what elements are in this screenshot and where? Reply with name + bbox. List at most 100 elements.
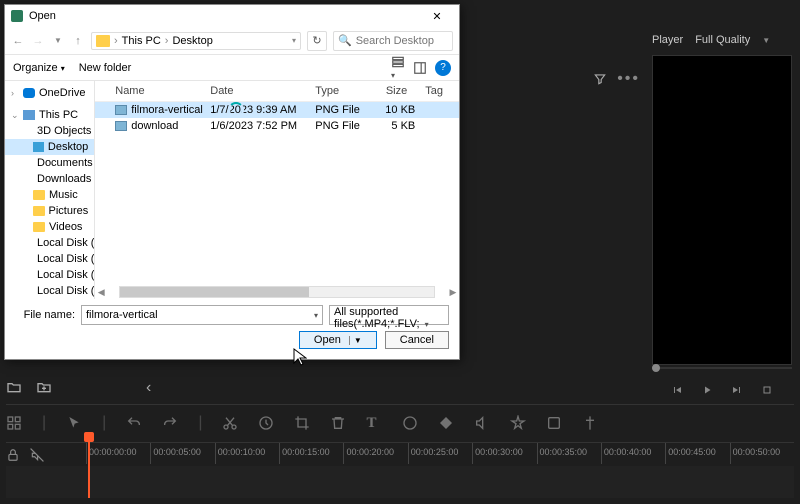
- grid-icon[interactable]: [6, 415, 22, 431]
- image-file-icon: [115, 105, 127, 115]
- close-button[interactable]: ✕: [421, 10, 453, 23]
- mute-track-icon[interactable]: [30, 448, 44, 462]
- tree-item-drive-e[interactable]: Local Disk (E:): [5, 267, 94, 283]
- file-date: 1/6/2023 7:52 PM: [210, 120, 315, 132]
- file-list-header[interactable]: Name Date Type Size Tag: [95, 81, 459, 102]
- quality-dropdown[interactable]: Full Quality: [695, 34, 750, 46]
- folder-tree[interactable]: ›OneDrive ⌄This PC 3D Objects Desktop Do…: [5, 81, 95, 299]
- refresh-button[interactable]: ↻: [307, 31, 327, 51]
- chevron-down-icon[interactable]: ▾: [292, 36, 296, 45]
- column-size[interactable]: Size: [375, 85, 415, 97]
- dialog-nav-bar: ← → ▼ ↑ › This PC › Desktop ▾ ↻ 🔍: [5, 27, 459, 55]
- player-panel-header: Player Full Quality ▼: [652, 30, 792, 50]
- keyframe-icon[interactable]: [438, 415, 454, 431]
- play-icon[interactable]: [701, 384, 713, 396]
- up-button[interactable]: ↑: [71, 35, 85, 47]
- speed-icon[interactable]: [258, 415, 274, 431]
- open-dropdown-icon[interactable]: ▼: [349, 336, 362, 345]
- scrollbar-thumb[interactable]: [120, 287, 308, 297]
- timeline-track[interactable]: [6, 466, 794, 498]
- organize-menu[interactable]: Organize ▾: [13, 62, 65, 74]
- dialog-footer: File name: filmora-vertical ▾ All suppor…: [5, 299, 459, 359]
- scroll-right-icon[interactable]: ▶: [447, 287, 459, 298]
- back-button[interactable]: ←: [11, 35, 25, 47]
- cancel-button[interactable]: Cancel: [385, 331, 449, 349]
- tree-item-drive-f[interactable]: Local Disk (F:): [5, 283, 94, 299]
- tree-item-documents[interactable]: Documents: [5, 155, 94, 171]
- horizontal-scrollbar[interactable]: ◀ ▶: [95, 285, 459, 299]
- chevron-down-icon: ▼: [762, 36, 770, 45]
- redo-icon[interactable]: [162, 415, 178, 431]
- timeline-ruler[interactable]: 00:00:00:00 00:00:05:00 00:00:10:00 00:0…: [6, 442, 794, 464]
- color-icon[interactable]: [402, 415, 418, 431]
- tree-item-drive-c[interactable]: Local Disk (C:): [5, 235, 94, 251]
- prev-frame-icon[interactable]: [671, 384, 683, 396]
- filename-combo[interactable]: filmora-vertical ▾: [81, 305, 323, 325]
- search-box[interactable]: 🔍: [333, 31, 453, 51]
- filetype-filter[interactable]: All supported files(*.MP4;*.FLV; ▾: [329, 305, 449, 325]
- chevron-right-icon: ›: [114, 35, 118, 47]
- chevron-down-icon[interactable]: ▾: [425, 320, 429, 329]
- filename-value: filmora-vertical: [86, 309, 314, 321]
- delete-icon[interactable]: [330, 415, 346, 431]
- playback-slider[interactable]: [652, 367, 792, 369]
- mask-icon[interactable]: [546, 415, 562, 431]
- tree-item-videos[interactable]: Videos: [5, 219, 94, 235]
- filter-icon[interactable]: [593, 72, 607, 86]
- add-media-icon[interactable]: [36, 379, 52, 395]
- forward-button[interactable]: →: [31, 35, 45, 47]
- player-label: Player: [652, 34, 683, 46]
- breadcrumb-root[interactable]: This PC: [122, 35, 161, 47]
- lock-track-icon[interactable]: [6, 448, 20, 462]
- column-tag[interactable]: Tag: [415, 85, 451, 97]
- chevron-down-icon[interactable]: ▾: [314, 311, 318, 320]
- add-folder-icon[interactable]: [6, 379, 22, 395]
- column-type[interactable]: Type: [315, 85, 375, 97]
- pointer-icon[interactable]: [66, 415, 82, 431]
- stop-icon[interactable]: [761, 384, 773, 396]
- file-list[interactable]: Name Date Type Size Tag filmora-vertical…: [95, 81, 459, 299]
- dialog-toolbar: Organize ▾ New folder ▾ ?: [5, 55, 459, 81]
- breadcrumb-bar[interactable]: › This PC › Desktop ▾: [91, 32, 301, 50]
- playhead[interactable]: [88, 438, 90, 498]
- column-date[interactable]: Date: [210, 85, 315, 97]
- tree-item-desktop[interactable]: Desktop: [5, 139, 94, 155]
- timeline-toolbar: | | | T: [6, 404, 794, 434]
- history-dropdown[interactable]: ▼: [51, 36, 65, 45]
- more-icon[interactable]: •••: [617, 70, 640, 88]
- column-name[interactable]: Name: [115, 85, 210, 97]
- app-icon: [11, 10, 23, 22]
- scroll-left-icon[interactable]: ◀: [95, 287, 107, 298]
- pc-icon: [23, 110, 35, 120]
- file-row[interactable]: filmora-vertical 1/7/2023 9:39 AM PNG Fi…: [95, 102, 459, 118]
- crop-icon[interactable]: [294, 415, 310, 431]
- cut-icon[interactable]: [222, 415, 238, 431]
- desktop-icon: [33, 142, 44, 152]
- tree-item-downloads[interactable]: Downloads: [5, 171, 94, 187]
- track-controls: [6, 448, 44, 462]
- tree-item-this-pc[interactable]: ⌄This PC: [5, 107, 94, 123]
- breadcrumb-current[interactable]: Desktop: [172, 35, 212, 47]
- file-name: download: [131, 120, 178, 132]
- view-options-button[interactable]: ▾: [391, 55, 405, 81]
- file-type: PNG File: [315, 120, 375, 132]
- effects-icon[interactable]: [510, 415, 526, 431]
- text-icon[interactable]: T: [366, 415, 382, 431]
- collapse-icon[interactable]: ‹: [146, 379, 162, 395]
- tree-item-pictures[interactable]: Pictures: [5, 203, 94, 219]
- file-row[interactable]: download 1/6/2023 7:52 PM PNG File 5 KB: [95, 118, 459, 134]
- next-frame-icon[interactable]: [731, 384, 743, 396]
- search-input[interactable]: [356, 35, 446, 47]
- open-button[interactable]: Open▼: [299, 331, 377, 349]
- timeline-tick: 00:00:40:00: [601, 443, 665, 464]
- audio-icon[interactable]: [474, 415, 490, 431]
- tree-item-drive-d[interactable]: Local Disk (D:): [5, 251, 94, 267]
- tree-item-music[interactable]: Music: [5, 187, 94, 203]
- undo-icon[interactable]: [126, 415, 142, 431]
- tree-item-3d-objects[interactable]: 3D Objects: [5, 123, 94, 139]
- tree-item-onedrive[interactable]: ›OneDrive: [5, 85, 94, 101]
- help-button[interactable]: ?: [435, 60, 451, 76]
- marker-icon[interactable]: [582, 415, 598, 431]
- new-folder-button[interactable]: New folder: [79, 62, 132, 74]
- preview-pane-button[interactable]: [413, 61, 427, 75]
